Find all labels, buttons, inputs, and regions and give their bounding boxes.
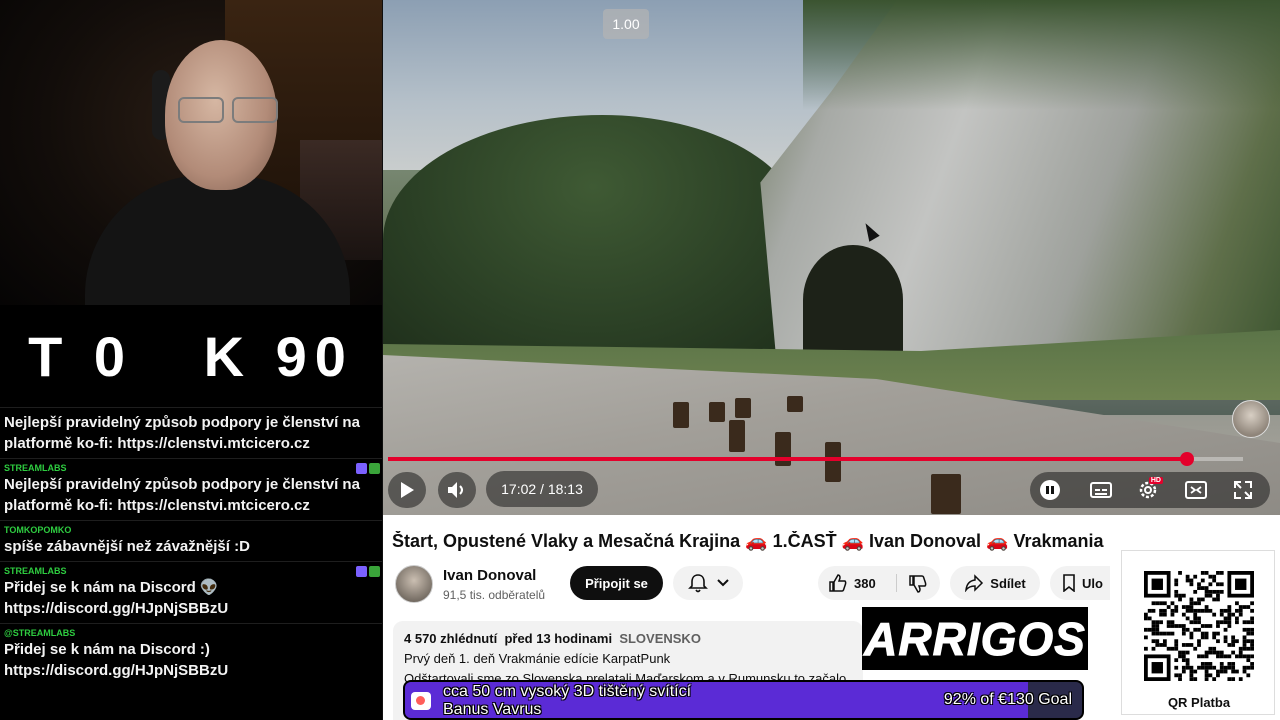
title-part: Štart, Opustené Vlaky a Mesačná Krajina [392,531,746,551]
scene-cave [803,245,903,355]
car-emoji: 🚗 [841,531,865,551]
play-icon [401,482,414,498]
chevron-down-icon [717,579,729,587]
chat-badges [356,463,380,474]
chat-message-text: Přidej se k nám na Discord :) https://di… [4,641,229,679]
subtitles-button[interactable] [1090,480,1112,500]
miniplayer-icon [1185,481,1207,499]
chat-message: TOMKOPOMKO spíše zábavnější než závažněj… [0,520,382,561]
sponsor-logo: ARRIGOS [862,607,1088,670]
video-tag[interactable]: SLOVENSKO [619,631,701,646]
sponsor-brand: ARRIGOS [864,612,1086,665]
title-part: Ivan Donoval [864,531,987,551]
volume-button[interactable] [438,472,476,508]
playback-speed-badge[interactable]: 1.00 [603,9,649,39]
scene-post [931,474,961,514]
scene-post [735,398,751,418]
glasses [172,97,282,125]
chat-message: STREAMLABS Přidej se k nám na Discord 👽 … [0,561,382,623]
scene-post [787,396,803,412]
title-part: Vrakmania [1008,531,1104,551]
goal-title-line1: cca 50 cm vysoký 3D tištěný svítící [443,683,692,700]
chat-username: @STREAMLABS [4,628,76,638]
bookmark-icon [1063,574,1075,592]
subtitles-icon [1090,482,1112,498]
verified-badge-icon [369,463,380,474]
right-controls: HD [1030,472,1270,508]
play-button[interactable] [388,472,426,508]
share-button[interactable]: Sdílet [950,566,1040,600]
chat-message: Nejlepší pravidelný způsob podpory je čl… [0,407,382,458]
overlay-title: T 0 K 90 [28,324,354,388]
scene-post [729,420,745,452]
kofi-cup-icon [411,692,431,710]
chat-username: STREAMLABS [4,463,67,473]
title-part: 1.ČASŤ [767,531,842,551]
webcam-feed [0,0,382,305]
qr-code-icon [1144,571,1254,681]
chat-badges [356,566,380,577]
like-count: 380 [854,576,876,591]
like-dislike-group: 380 [818,566,940,600]
autoplay-toggle[interactable] [1040,480,1060,500]
miniplayer-button[interactable] [1185,480,1207,500]
notification-button[interactable] [673,566,743,600]
join-button[interactable]: Připojit se [570,566,663,600]
car-emoji: 🚗 [986,531,1009,551]
upload-time: před 13 hodinami [504,631,613,646]
car-emoji: 🚗 [745,531,768,551]
save-label: Ulo [1082,575,1103,591]
stream-layout: T 0 K 90 Nejlepší pravidelný způsob podp… [0,0,1280,720]
chat-message-text: Nejlepší pravidelný způsob podpory je čl… [4,414,360,452]
like-icon[interactable] [828,573,848,593]
donation-goal-bar: cca 50 cm vysoký 3D tištěný svítící Banu… [403,680,1084,720]
video-meta: 4 570 zhlédnutí před 13 hodinami SLOVENS… [404,631,852,646]
hd-badge: HD [1148,477,1163,484]
scene-hill [383,115,803,355]
chat-username: STREAMLABS [4,566,67,576]
chat-message-text: Nejlepší pravidelný způsob podpory je čl… [4,476,360,514]
fullscreen-icon [1234,481,1252,499]
chat-message-text: spíše zábavnější než závažnější :D [4,538,250,555]
settings-button[interactable]: HD [1137,477,1163,501]
dislike-icon[interactable] [908,574,928,594]
chat-panel: Nejlepší pravidelný způsob podpory je čl… [0,407,382,720]
save-button[interactable]: Ulo [1050,566,1110,600]
chat-message-text: Přidej se k nám na Discord 👽 https://dis… [4,579,229,617]
video-player[interactable]: 1.00 17:02 / 18:13 HD [383,0,1280,515]
video-title: Štart, Opustené Vlaky a Mesačná Krajina … [392,531,1104,552]
chat-username: TOMKOPOMKO [4,525,72,535]
chat-message: @STREAMLABS Přidej se k nám na Discord :… [0,623,382,685]
description-line: Prvý deň 1. deň Vrakmánie edície KarpatP… [404,651,671,666]
share-label: Sdílet [990,575,1026,591]
scene-post [709,402,725,422]
mod-badge-icon [356,463,367,474]
fullscreen-button[interactable] [1233,480,1253,500]
channel-watermark[interactable] [1232,400,1270,438]
qr-label: QR Platba [1167,695,1231,710]
view-count: 4 570 zhlédnutí [404,631,498,646]
channel-avatar[interactable] [395,565,433,603]
scene-post [825,442,841,482]
pause-toggle-icon [1046,486,1054,494]
bell-icon [688,574,708,593]
volume-icon [448,482,463,498]
chat-message: STREAMLABS Nejlepší pravidelný způsob po… [0,458,382,520]
progress-fill [388,457,1188,461]
progress-bar[interactable] [388,452,1243,466]
share-icon [965,574,984,592]
divider [896,574,897,592]
goal-progress-text: 92% of €130 Goal [943,691,1072,708]
verified-badge-icon [369,566,380,577]
scene-trees [803,0,1280,110]
scene-post [673,402,689,428]
goal-title-line2: Banus Vavrus [443,701,542,718]
subscriber-count: 91,5 tis. odběratelů [443,588,546,602]
mod-badge-icon [356,566,367,577]
time-display: 17:02 / 18:13 [486,471,598,507]
overlay-title-panel: T 0 K 90 [0,305,382,407]
qr-panel: QR Platba [1121,550,1275,715]
channel-name[interactable]: Ivan Donoval [443,567,536,584]
